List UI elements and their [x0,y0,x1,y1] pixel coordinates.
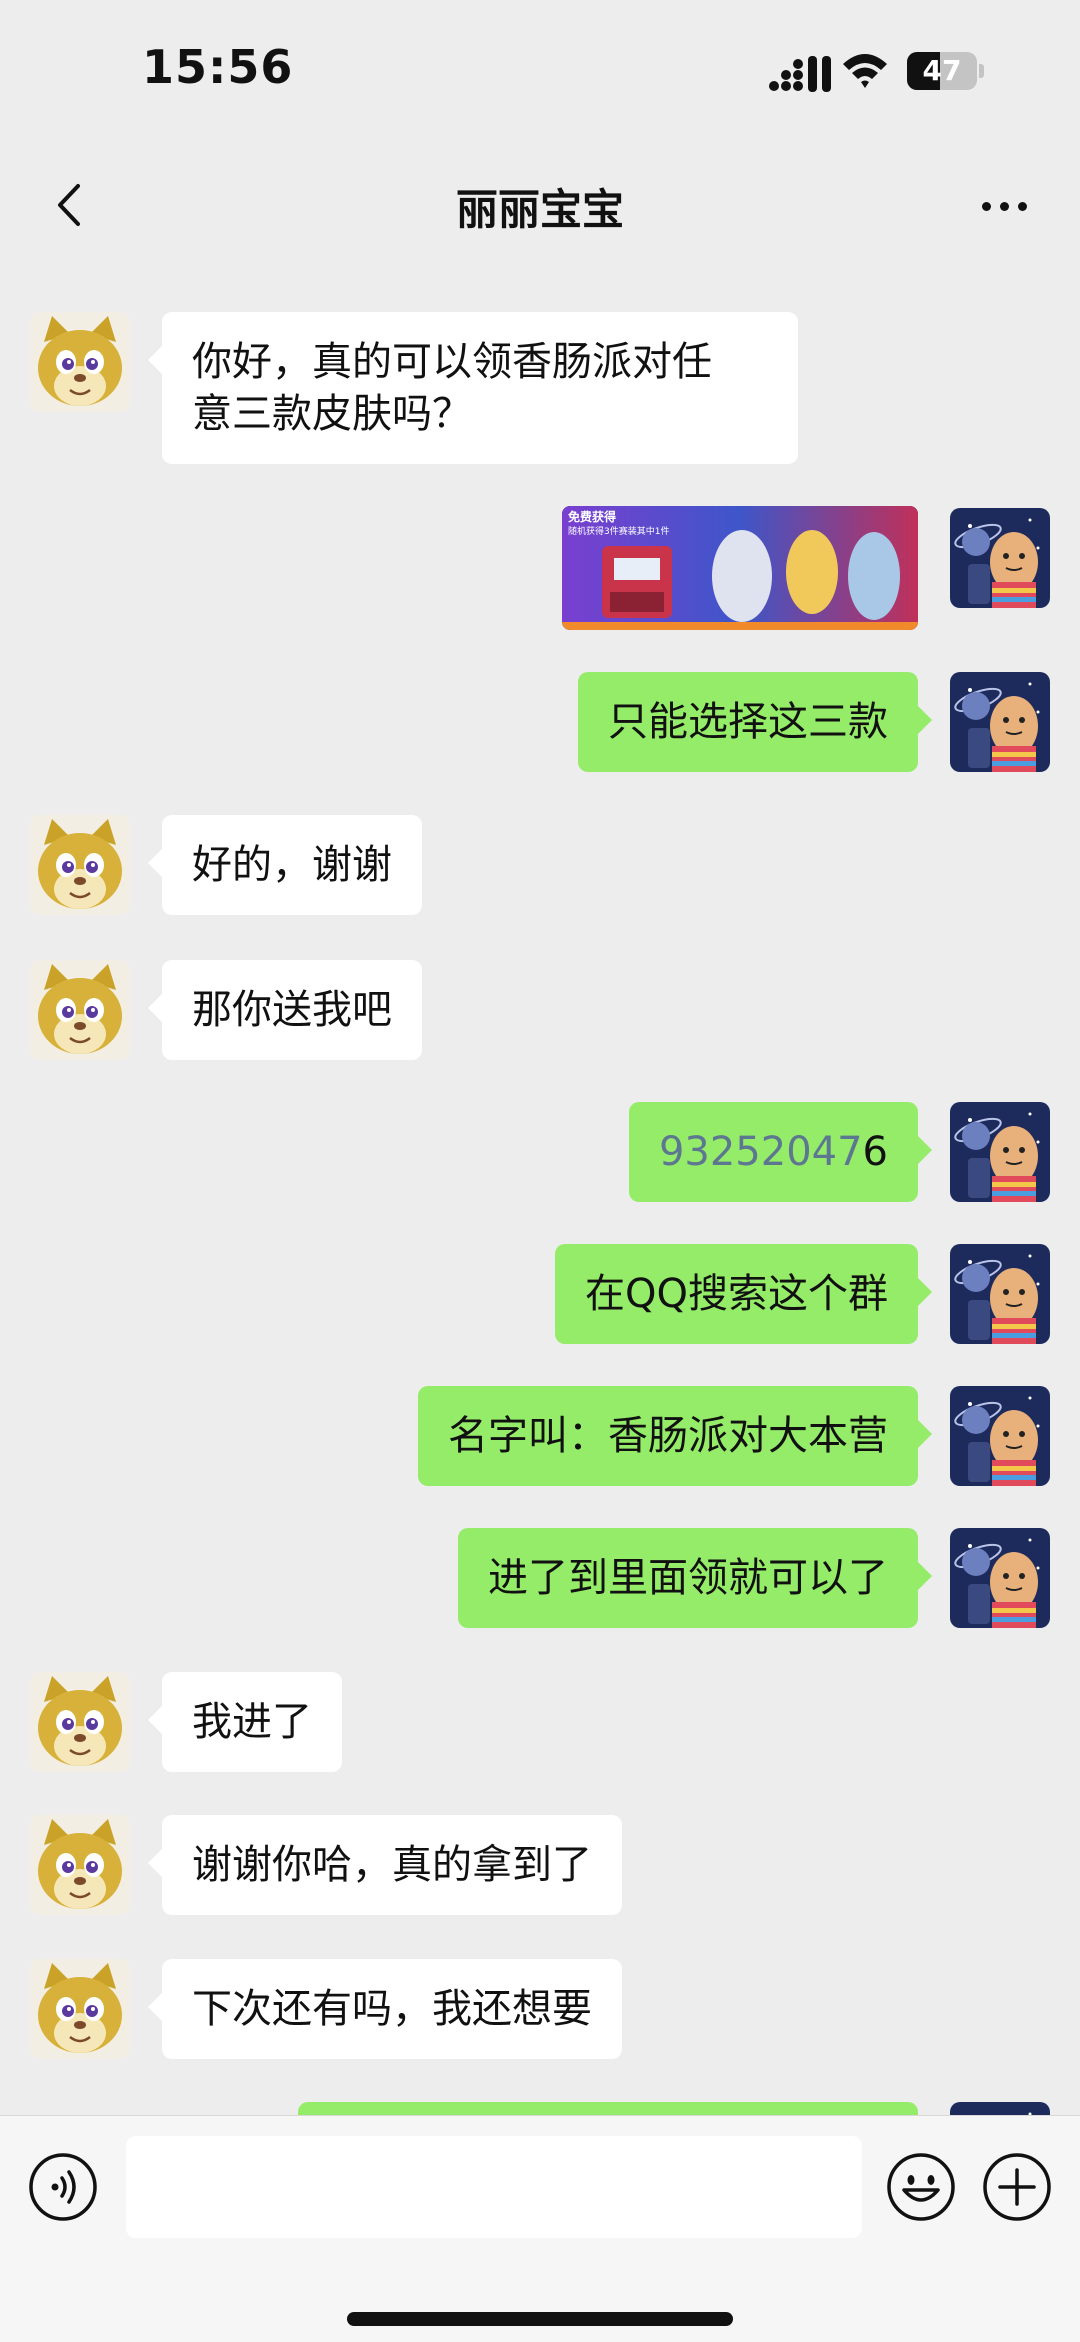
more-functions-button[interactable] [982,2152,1052,2222]
input-bar [0,2115,1080,2342]
battery-indicator: 47 [907,52,984,92]
message-text: 下次还有吗，我还想要 [192,1986,592,2032]
contact-avatar[interactable] [30,1815,130,1915]
message-text: 那你送我吧 [192,987,392,1033]
message-bubble[interactable]: 你好，真的可以领香肠派对任 意三款皮肤吗？ [148,312,798,464]
message-bubble[interactable]: 下次还有吗，我还想要 [148,1959,622,2059]
status-bar: 15:56 47 [0,0,1080,150]
message-bubble[interactable]: 那你送我吧 [148,960,422,1060]
more-button[interactable] [970,180,1040,230]
self-avatar[interactable] [950,1528,1050,1628]
message-bubble[interactable]: 名字叫：香肠派对大本营 [418,1386,932,1486]
message-bubble-partial[interactable] [298,2102,918,2115]
image-caption-sub: 随机获得3件赛装其中1件 [568,527,670,537]
voice-button[interactable] [28,2152,98,2222]
emoji-icon [887,2153,955,2221]
contact-avatar[interactable] [30,312,130,412]
voice-icon [29,2153,97,2221]
more-icon [982,202,991,211]
image-caption-title: 免费获得 [568,510,617,524]
emoji-button[interactable] [886,2152,956,2222]
message-text: 好的，谢谢 [192,842,392,888]
message-input[interactable] [126,2136,862,2238]
plus-icon [983,2153,1051,2221]
back-button[interactable] [44,172,104,238]
message-text-line: 意三款皮肤吗？ [192,391,472,437]
message-list[interactable]: 你好，真的可以领香肠派对任 意三款皮肤吗？ 免费获得 随机获得3件赛装其中1件 … [0,260,1080,2115]
self-avatar[interactable] [950,2102,1050,2115]
message-bubble[interactable]: 谢谢你哈，真的拿到了 [148,1815,622,1915]
back-arrow-icon [58,184,80,226]
wifi-icon [843,54,887,88]
message-text: 进了到里面领就可以了 [488,1555,888,1601]
message-bubble[interactable]: 932520476 [628,1102,933,1202]
status-time: 15:56 [142,40,294,94]
chat-header: 丽丽宝宝 [0,150,1080,260]
contact-avatar[interactable] [30,815,130,915]
self-avatar[interactable] [950,672,1050,772]
message-text: 谢谢你哈，真的拿到了 [192,1842,592,1888]
self-avatar[interactable] [950,1386,1050,1486]
message-text: 在QQ搜索这个群 [585,1271,888,1317]
contact-avatar[interactable] [30,1672,130,1772]
message-text: 只能选择这三款 [608,699,888,745]
chat-title: 丽丽宝宝 [455,185,624,234]
message-text-line: 你好，真的可以领香肠派对任 [192,339,712,385]
message-bubble[interactable]: 只能选择这三款 [578,672,932,772]
message-bubble[interactable]: 好的，谢谢 [148,815,422,915]
self-avatar[interactable] [950,1102,1050,1202]
message-text-part: 6 [862,1129,888,1175]
message-text: 我进了 [192,1699,312,1745]
contact-avatar[interactable] [30,960,130,1060]
message-bubble[interactable]: 我进了 [148,1672,342,1772]
contact-avatar[interactable] [30,1959,130,2059]
message-bubble[interactable]: 在QQ搜索这个群 [555,1244,932,1344]
message-text-part: 93252047 [658,1129,863,1175]
self-avatar[interactable] [950,1244,1050,1344]
self-avatar[interactable] [950,508,1050,608]
message-bubble[interactable]: 进了到里面领就可以了 [458,1528,932,1628]
home-indicator[interactable] [347,2312,733,2326]
cellular-signal-icon [769,56,831,92]
battery-percent: 47 [922,54,962,87]
message-text: 名字叫：香肠派对大本营 [448,1413,888,1459]
image-message[interactable]: 免费获得 随机获得3件赛装其中1件 [562,506,918,630]
